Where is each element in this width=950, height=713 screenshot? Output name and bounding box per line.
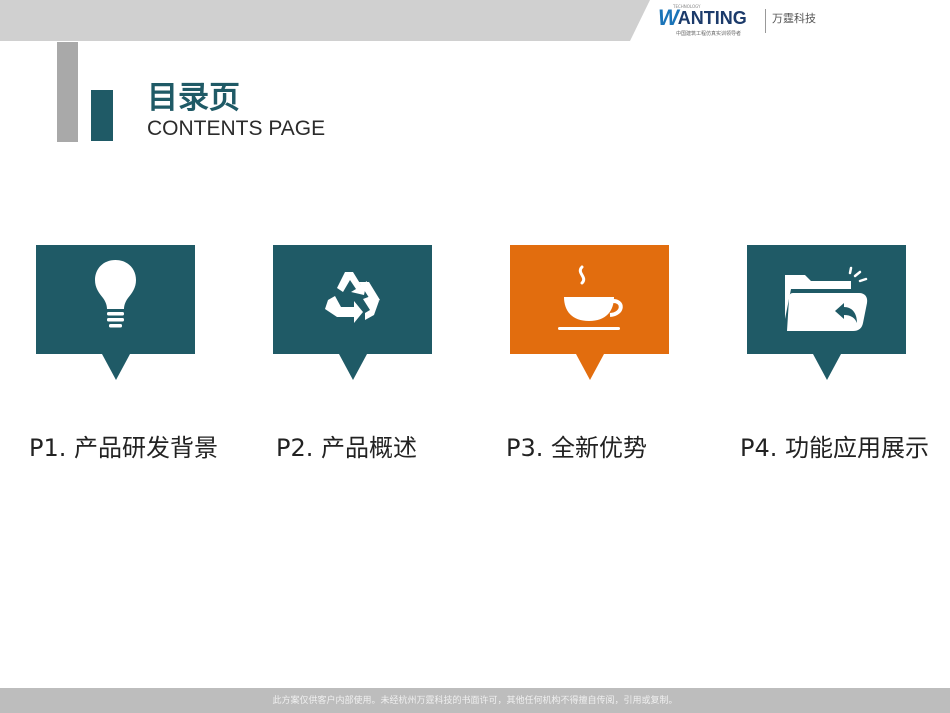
section-card-2[interactable] <box>273 245 432 380</box>
logo-divider <box>765 9 766 33</box>
section-label-4[interactable]: P4. 功能应用展示 <box>740 428 929 463</box>
folder-icon <box>785 266 868 331</box>
recycle-icon <box>325 272 380 323</box>
brand-logo-mark: W <box>658 5 679 30</box>
page-subtitle: CONTENTS PAGE <box>147 117 326 140</box>
footer-bar: 此方案仅供客户内部使用。未经杭州万霆科技的书面许可，其他任何机构不得擅自传阅，引… <box>0 688 950 713</box>
section-label-1[interactable]: P1. 产品研发背景 <box>29 428 218 463</box>
section-label-2[interactable]: P2. 产品概述 <box>276 428 417 463</box>
brand-logo: W ANTING <box>658 5 747 30</box>
page-title: 目录页 <box>147 80 240 116</box>
brand-name-cn: 万霆科技 <box>772 12 816 25</box>
brand-logo-wordmark: ANTING <box>677 7 747 28</box>
card-pointer <box>576 354 604 380</box>
section-card-3[interactable] <box>510 245 669 380</box>
brand-tagline: 中国建筑工程仿真实训领导者 <box>676 31 742 37</box>
coffee-cup-icon <box>558 265 623 330</box>
card-pointer <box>339 354 367 380</box>
section-label-3[interactable]: P3. 全新优势 <box>506 428 647 463</box>
footer-notice: 此方案仅供客户内部使用。未经杭州万霆科技的书面许可，其他任何机构不得擅自传阅，引… <box>272 696 678 706</box>
lightbulb-icon <box>95 260 136 328</box>
section-card-4[interactable] <box>747 245 906 380</box>
section-card-1[interactable] <box>36 245 195 380</box>
decor-teal-bar <box>91 90 113 141</box>
card-pointer <box>102 354 130 380</box>
decor-gray-bar <box>57 42 78 142</box>
card-pointer <box>813 354 841 380</box>
